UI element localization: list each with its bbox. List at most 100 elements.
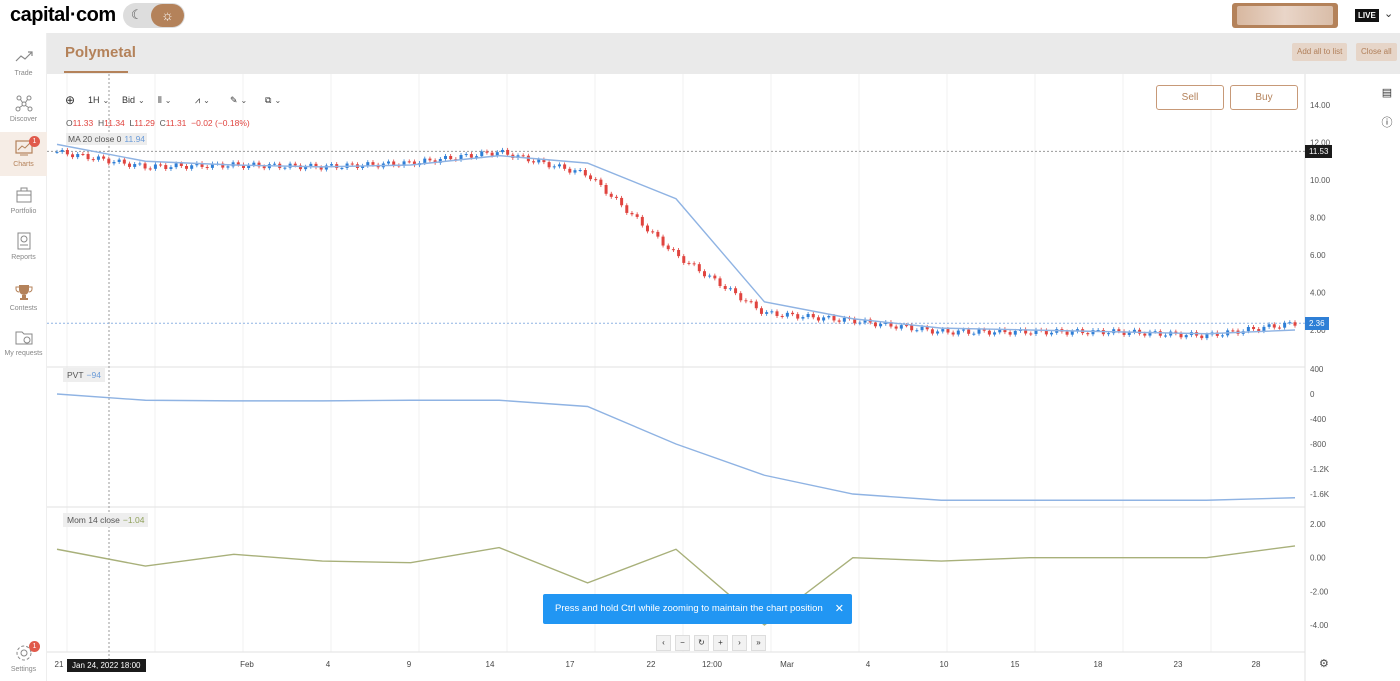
candle-body — [1272, 324, 1276, 328]
sidebar-item-discover[interactable]: Discover — [0, 87, 47, 131]
layers-select[interactable]: ⧉ ⌄ — [265, 90, 281, 110]
candle-body — [184, 165, 188, 169]
info-icon[interactable]: ⓘ — [1381, 117, 1393, 129]
time-tick-label: 10 — [940, 660, 949, 669]
price-chart[interactable]: 14.0012.0010.008.006.004.002.004000-400-… — [47, 74, 1365, 681]
account-button[interactable] — [1232, 3, 1338, 28]
time-tick-label: 17 — [566, 660, 575, 669]
price-tick-label: 4.00 — [1310, 289, 1326, 298]
candle-body — [91, 159, 95, 161]
sidebar-item-charts[interactable]: 1 Charts — [0, 132, 47, 176]
reset-button[interactable]: ↻ — [694, 635, 709, 651]
pvt-legend[interactable]: PVT −94 — [63, 368, 105, 382]
candle-body — [1143, 333, 1147, 336]
add-indicator-button[interactable]: ⊕ — [65, 90, 75, 110]
candle-body — [1184, 335, 1188, 338]
candle-body — [589, 175, 593, 180]
sidebar-item-portfolio[interactable]: Portfolio — [0, 179, 47, 223]
scroll-right-button[interactable]: › — [732, 635, 747, 651]
zoom-in-button[interactable]: + — [713, 635, 728, 651]
candle-body — [905, 325, 909, 327]
candle-body — [791, 312, 795, 315]
candle-body — [60, 149, 64, 152]
candle-body — [102, 156, 106, 159]
candle-body — [754, 301, 758, 309]
candle-body — [485, 151, 489, 153]
buy-button[interactable]: Buy — [1230, 85, 1298, 110]
candle-body — [625, 205, 629, 213]
candle-body — [205, 166, 209, 168]
sidebar-item-trade[interactable]: Trade — [0, 41, 47, 85]
candle-body — [1277, 327, 1281, 329]
sidebar-item-label: Trade — [14, 70, 33, 77]
sidebar-item-settings[interactable]: 1 Settings — [0, 637, 47, 681]
gear-icon[interactable]: ⚙ — [1319, 657, 1329, 670]
sidebar-item-my-requests[interactable]: My requests — [0, 321, 47, 365]
candle-body — [65, 149, 69, 155]
chevron-down-icon[interactable]: ⌄ — [1384, 7, 1393, 20]
scroll-left-button[interactable]: ‹ — [656, 635, 671, 651]
notification-badge: 1 — [29, 641, 40, 652]
zoom-out-button[interactable]: − — [675, 635, 690, 651]
candle-body — [443, 155, 447, 159]
pencil-icon: ✎ — [230, 95, 238, 105]
candle-body — [780, 315, 784, 317]
candle-body — [604, 184, 608, 194]
sell-button[interactable]: Sell — [1156, 85, 1224, 110]
candle-body — [340, 167, 344, 169]
logo[interactable]: capital·com — [10, 4, 116, 27]
candle-body — [630, 212, 634, 215]
price-tick-label: 8.00 — [1310, 214, 1326, 223]
candle-body — [226, 166, 230, 168]
candle-body — [822, 317, 826, 321]
candle-body — [1107, 333, 1111, 335]
theme-toggle[interactable]: ☾ ☼ — [123, 3, 185, 28]
candle-body — [677, 249, 681, 257]
candle-body — [609, 193, 613, 197]
mom-legend[interactable]: Mom 14 close −1.04 — [63, 513, 149, 527]
candle-body — [1262, 326, 1266, 332]
candle-body — [521, 155, 525, 157]
candle-body — [894, 326, 898, 329]
candle-body — [759, 308, 763, 314]
drawing-tools-select[interactable]: ✎ ⌄ — [230, 90, 247, 110]
candle-body — [651, 231, 655, 233]
sidebar-item-label: Settings — [10, 666, 37, 673]
candle-body — [578, 170, 582, 172]
price-type-select[interactable]: Bid ⌄ — [122, 90, 145, 110]
candle-body — [723, 286, 727, 289]
close-all-button[interactable]: Close all — [1356, 43, 1397, 61]
candle-body — [423, 158, 427, 164]
candle-body — [977, 329, 981, 334]
candle-body — [832, 315, 836, 321]
candle-body — [179, 163, 183, 166]
candles-icon: ⫴ — [158, 95, 162, 105]
report-icon — [17, 232, 30, 250]
candle-body — [646, 225, 650, 232]
candle-body — [1220, 335, 1224, 337]
candle-body — [547, 162, 551, 168]
time-tick-label: 9 — [407, 660, 412, 669]
candle-body — [687, 262, 691, 264]
scroll-to-end-button[interactable]: » — [751, 635, 766, 651]
page-title[interactable]: Polymetal — [65, 44, 136, 61]
close-icon[interactable]: ✕ — [835, 594, 844, 624]
ma-legend[interactable]: MA 20 close 0 11.94 — [66, 133, 148, 145]
chart-area[interactable]: 14.00 12.00 10.00 8.00 6.00 4.00 2.00 400 0 -400-… — [47, 74, 1365, 681]
indicators-select[interactable]: ⩘ ⌄ — [195, 90, 210, 110]
sidebar-item-contests[interactable]: Contests — [0, 276, 47, 320]
interval-select[interactable]: 1H ⌄ — [88, 90, 109, 110]
time-tick-label: 4 — [326, 660, 331, 669]
candle-body — [387, 161, 391, 164]
candle-body — [946, 329, 950, 333]
sidebar-item-reports[interactable]: Reports — [0, 225, 47, 269]
price-tick-label: 14.00 — [1310, 101, 1331, 110]
candle-body — [1205, 334, 1209, 339]
chart-type-select[interactable]: ⫴ ⌄ — [158, 90, 171, 110]
add-all-to-list-button[interactable]: Add all to list — [1292, 43, 1348, 61]
candle-body — [827, 315, 831, 318]
candle-body — [899, 325, 903, 329]
news-icon[interactable]: ▤ — [1381, 87, 1393, 99]
sun-icon: ☼ — [151, 4, 184, 27]
candle-body — [708, 275, 712, 277]
